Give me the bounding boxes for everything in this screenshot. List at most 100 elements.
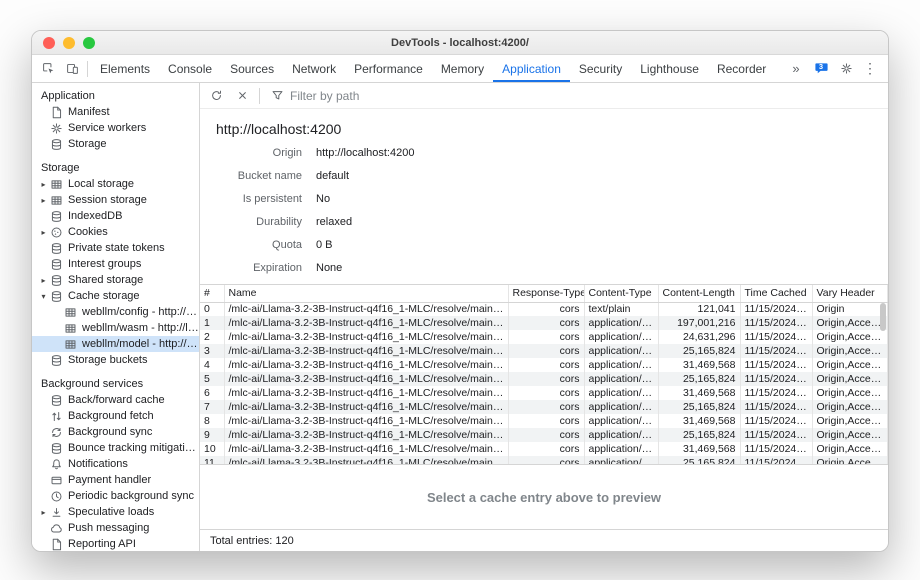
column-header-vary-header[interactable]: Vary Header <box>812 285 888 302</box>
cell-name: /mlc-ai/Llama-3.2-3B-Instruct-q4f16_1-ML… <box>224 358 508 372</box>
cell-content-length: 25,165,824 <box>658 400 740 414</box>
sidebar-item-periodic-background-sync[interactable]: Periodic background sync <box>32 488 199 504</box>
more-panels-button[interactable]: » <box>784 55 808 82</box>
sidebar-item-payment-handler[interactable]: Payment handler <box>32 472 199 488</box>
kebab-menu-button[interactable]: ⋮ <box>858 55 882 82</box>
tab-label: Performance <box>354 62 423 76</box>
table-row[interactable]: 4/mlc-ai/Llama-3.2-3B-Instruct-q4f16_1-M… <box>200 358 888 372</box>
table-row[interactable]: 6/mlc-ai/Llama-3.2-3B-Instruct-q4f16_1-M… <box>200 386 888 400</box>
table-row[interactable]: 11/mlc-ai/Llama-3.2-3B-Instruct-q4f16_1-… <box>200 456 888 465</box>
table-row[interactable]: 0/mlc-ai/Llama-3.2-3B-Instruct-q4f16_1-M… <box>200 302 888 316</box>
table-row[interactable]: 7/mlc-ai/Llama-3.2-3B-Instruct-q4f16_1-M… <box>200 400 888 414</box>
sidebar-item-speculative-loads[interactable]: ▸Speculative loads <box>32 504 199 520</box>
table-row[interactable]: 8/mlc-ai/Llama-3.2-3B-Instruct-q4f16_1-M… <box>200 414 888 428</box>
sidebar-item-interest-groups[interactable]: Interest groups <box>32 256 199 272</box>
chevron-right-icon[interactable]: ▸ <box>38 276 49 285</box>
settings-button[interactable] <box>834 55 858 82</box>
column-header-index[interactable]: # <box>200 285 224 302</box>
sidebar-item-local-storage[interactable]: ▸Local storage <box>32 176 199 192</box>
table-scrollbar[interactable] <box>879 303 887 462</box>
table-row[interactable]: 1/mlc-ai/Llama-3.2-3B-Instruct-q4f16_1-M… <box>200 316 888 330</box>
sidebar-item-service-workers[interactable]: Service workers <box>32 120 199 136</box>
sidebar-item-notifications[interactable]: Notifications <box>32 456 199 472</box>
inspect-element-button[interactable] <box>36 55 60 82</box>
column-header-content-length[interactable]: Content-Length <box>658 285 740 302</box>
cell-content-length: 24,631,296 <box>658 330 740 344</box>
tab-memory[interactable]: Memory <box>432 55 493 82</box>
sidebar-item-cookies[interactable]: ▸Cookies <box>32 224 199 240</box>
table-row[interactable]: 10/mlc-ai/Llama-3.2-3B-Instruct-q4f16_1-… <box>200 442 888 456</box>
scrollbar-thumb[interactable] <box>880 303 886 331</box>
feedback-button[interactable]: 3 <box>808 55 834 82</box>
sidebar-item-webllm-config-http-loc[interactable]: webllm/config - http://loc… <box>32 304 199 320</box>
sidebar-item-manifest[interactable]: Manifest <box>32 104 199 120</box>
cell-name: /mlc-ai/Llama-3.2-3B-Instruct-q4f16_1-ML… <box>224 330 508 344</box>
tab-elements[interactable]: Elements <box>91 55 159 82</box>
close-window-button[interactable] <box>43 37 55 49</box>
sidebar-item-background-sync[interactable]: Background sync <box>32 424 199 440</box>
tab-label: Elements <box>100 62 150 76</box>
sidebar-item-indexeddb[interactable]: IndexedDB <box>32 208 199 224</box>
cell-response-type: cors <box>508 414 584 428</box>
tab-lighthouse[interactable]: Lighthouse <box>631 55 708 82</box>
sidebar-item-webllm-model-http-loc[interactable]: webllm/model - http://loc… <box>32 336 199 352</box>
tab-performance[interactable]: Performance <box>345 55 432 82</box>
cell-name: /mlc-ai/Llama-3.2-3B-Instruct-q4f16_1-ML… <box>224 316 508 330</box>
cell-name: /mlc-ai/Llama-3.2-3B-Instruct-q4f16_1-ML… <box>224 372 508 386</box>
tab-network[interactable]: Network <box>283 55 345 82</box>
sidebar-item-cache-storage[interactable]: ▾Cache storage <box>32 288 199 304</box>
tab-label: Lighthouse <box>640 62 699 76</box>
devtools-content: ApplicationManifestService workersStorag… <box>32 83 888 551</box>
table-row[interactable]: 3/mlc-ai/Llama-3.2-3B-Instruct-q4f16_1-M… <box>200 344 888 358</box>
tab-performance-insights[interactable]: Performance insights <box>775 55 784 82</box>
chevron-right-icon[interactable]: ▸ <box>38 508 49 517</box>
tab-application[interactable]: Application <box>493 55 570 82</box>
sidebar-item-reporting-api[interactable]: Reporting API <box>32 536 199 551</box>
cell-response-type: cors <box>508 400 584 414</box>
cell-content-type: application/oc… <box>584 456 658 465</box>
sidebar-item-label: webllm/model - http://loc… <box>82 338 199 350</box>
sidebar-item-push-messaging[interactable]: Push messaging <box>32 520 199 536</box>
sidebar-item-webllm-wasm-http-loca[interactable]: webllm/wasm - http://loca… <box>32 320 199 336</box>
column-header-content-type[interactable]: Content-Type <box>584 285 658 302</box>
sidebar-item-background-fetch[interactable]: Background fetch <box>32 408 199 424</box>
device-toolbar-icon <box>66 62 79 75</box>
tab-label: Recorder <box>717 62 766 76</box>
column-header-time-cached[interactable]: Time Cached <box>740 285 812 302</box>
table-row[interactable]: 9/mlc-ai/Llama-3.2-3B-Instruct-q4f16_1-M… <box>200 428 888 442</box>
sidebar-item-back-forward-cache[interactable]: Back/forward cache <box>32 392 199 408</box>
column-header-name[interactable]: Name <box>224 285 508 302</box>
cell-index: 10 <box>200 442 224 456</box>
chevron-right-icon[interactable]: ▸ <box>38 228 49 237</box>
maximize-window-button[interactable] <box>83 37 95 49</box>
cell-time-cached: 11/15/2024, 10… <box>740 442 812 456</box>
sync-icon <box>49 426 64 439</box>
filter-input[interactable]: Filter by path <box>265 89 365 103</box>
cell-content-length: 31,469,568 <box>658 442 740 456</box>
chevron-down-icon[interactable]: ▾ <box>38 292 49 301</box>
tab-security[interactable]: Security <box>570 55 631 82</box>
db-icon <box>49 138 64 151</box>
clock-icon <box>49 490 64 503</box>
sidebar-item-private-state-tokens[interactable]: Private state tokens <box>32 240 199 256</box>
sidebar-item-bounce-tracking-mitigations[interactable]: Bounce tracking mitigations <box>32 440 199 456</box>
sidebar-item-session-storage[interactable]: ▸Session storage <box>32 192 199 208</box>
sidebar-item-storage[interactable]: Storage <box>32 136 199 152</box>
tab-recorder[interactable]: Recorder <box>708 55 775 82</box>
minimize-window-button[interactable] <box>63 37 75 49</box>
device-toolbar-button[interactable] <box>60 55 84 82</box>
tab-console[interactable]: Console <box>159 55 221 82</box>
chevron-right-icon[interactable]: ▸ <box>38 196 49 205</box>
column-header-response-type[interactable]: Response-Type <box>508 285 584 302</box>
sidebar-item-storage-buckets[interactable]: Storage buckets <box>32 352 199 368</box>
tab-sources[interactable]: Sources <box>221 55 283 82</box>
sidebar-item-shared-storage[interactable]: ▸Shared storage <box>32 272 199 288</box>
window-titlebar[interactable]: DevTools - localhost:4200/ <box>32 31 888 55</box>
table-row[interactable]: 5/mlc-ai/Llama-3.2-3B-Instruct-q4f16_1-M… <box>200 372 888 386</box>
cell-time-cached: 11/15/2024, 10… <box>740 316 812 330</box>
db-icon <box>49 290 64 303</box>
refresh-button[interactable] <box>204 83 228 108</box>
table-row[interactable]: 2/mlc-ai/Llama-3.2-3B-Instruct-q4f16_1-M… <box>200 330 888 344</box>
chevron-right-icon[interactable]: ▸ <box>38 180 49 189</box>
delete-selected-button[interactable] <box>230 83 254 108</box>
